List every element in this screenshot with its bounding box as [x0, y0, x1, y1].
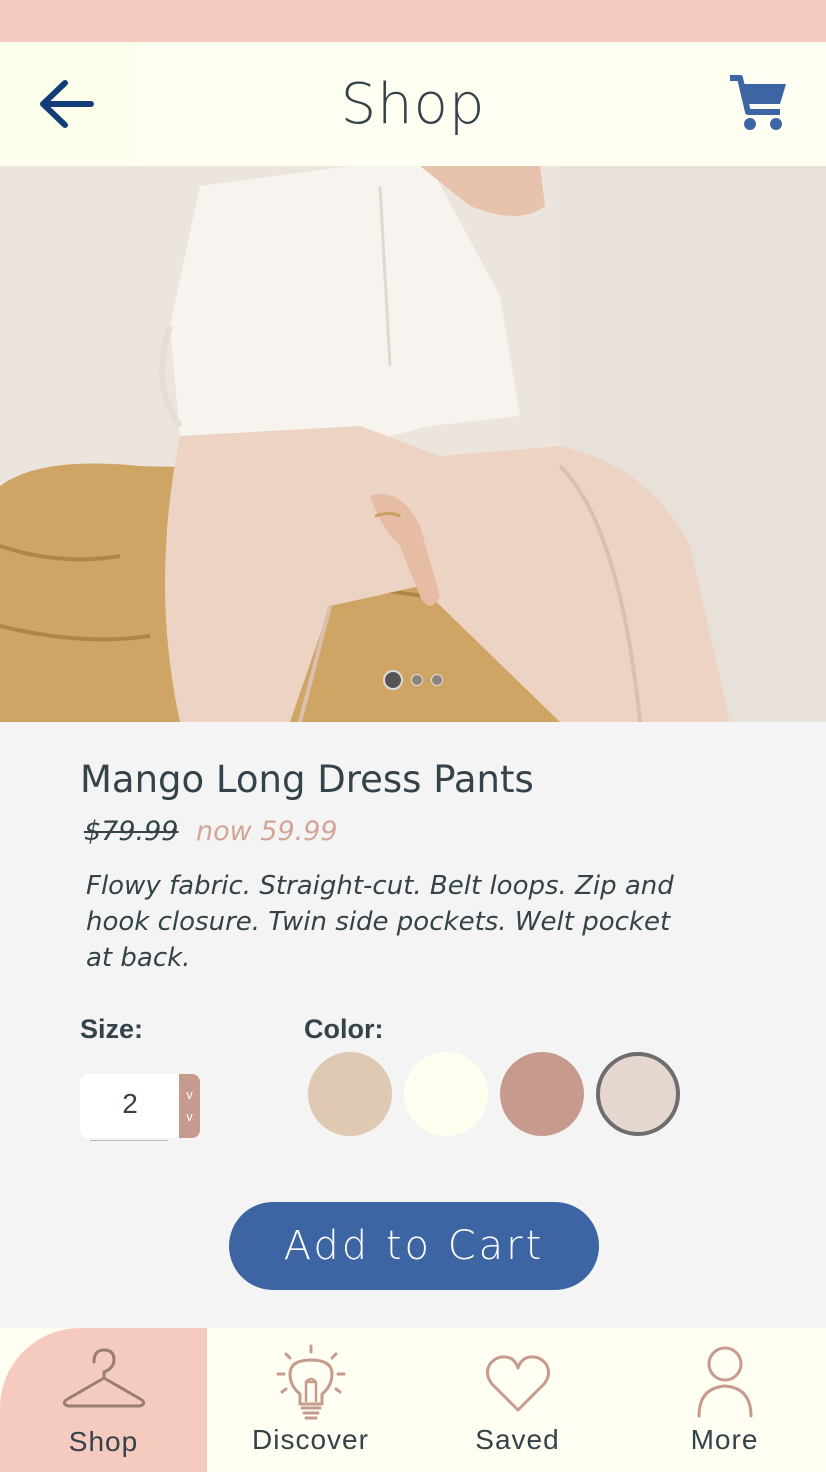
top-app-bar: Shop [0, 42, 826, 166]
stepper-up-button[interactable]: v [186, 1084, 193, 1106]
product-name: Mango Long Dress Pants [80, 758, 534, 801]
carousel-dot[interactable] [411, 674, 423, 686]
shopping-cart-icon [730, 75, 786, 130]
tab-shop[interactable]: Shop [0, 1328, 207, 1472]
cart-button[interactable] [728, 72, 790, 134]
stepper-down-button[interactable]: v [186, 1106, 193, 1128]
page-title: Shop [340, 72, 486, 137]
size-label: Size: [80, 1014, 144, 1044]
hanger-icon [62, 1348, 145, 1408]
carousel-dot[interactable] [431, 674, 443, 686]
size-select[interactable]: 2 v v [80, 1074, 200, 1141]
lightbulb-icon [276, 1344, 345, 1420]
status-bar [0, 0, 826, 42]
bottom-tab-bar: Shop Discover Saved More [0, 1328, 826, 1472]
tab-discover[interactable]: Discover [207, 1328, 414, 1472]
color-swatch-rose[interactable] [500, 1052, 584, 1136]
tab-label: Discover [252, 1424, 369, 1455]
product-details: Mango Long Dress Pants $79.99 now 59.99 … [0, 722, 826, 1328]
tab-label: Shop [68, 1426, 139, 1457]
size-value[interactable]: 2 [80, 1088, 180, 1120]
tab-saved[interactable]: Saved [414, 1328, 621, 1472]
tab-more[interactable]: More [621, 1328, 826, 1472]
size-stepper[interactable]: v v [179, 1074, 200, 1138]
product-page: Shop Mango Long Dress Pants $79.99 now 5… [0, 0, 826, 1472]
color-swatch-ivory[interactable] [404, 1052, 488, 1136]
color-label: Color: [304, 1014, 384, 1044]
product-photo [0, 166, 826, 722]
user-icon [697, 1346, 752, 1418]
color-swatch-beige[interactable] [308, 1052, 392, 1136]
sale-price: now 59.99 [196, 816, 338, 847]
tab-label: Saved [475, 1424, 560, 1455]
product-description: Flowy fabric. Straight-cut. Belt loops. … [86, 871, 674, 973]
size-underline [90, 1140, 168, 1141]
product-image-carousel[interactable] [0, 166, 826, 722]
color-swatch-blush[interactable] [596, 1052, 680, 1136]
carousel-indicator [0, 670, 826, 690]
add-to-cart-button[interactable]: Add to Cart [229, 1202, 599, 1290]
tab-label: More [690, 1424, 759, 1455]
carousel-dot[interactable] [383, 670, 403, 690]
original-price: $79.99 [84, 816, 179, 847]
heart-icon [485, 1355, 550, 1412]
